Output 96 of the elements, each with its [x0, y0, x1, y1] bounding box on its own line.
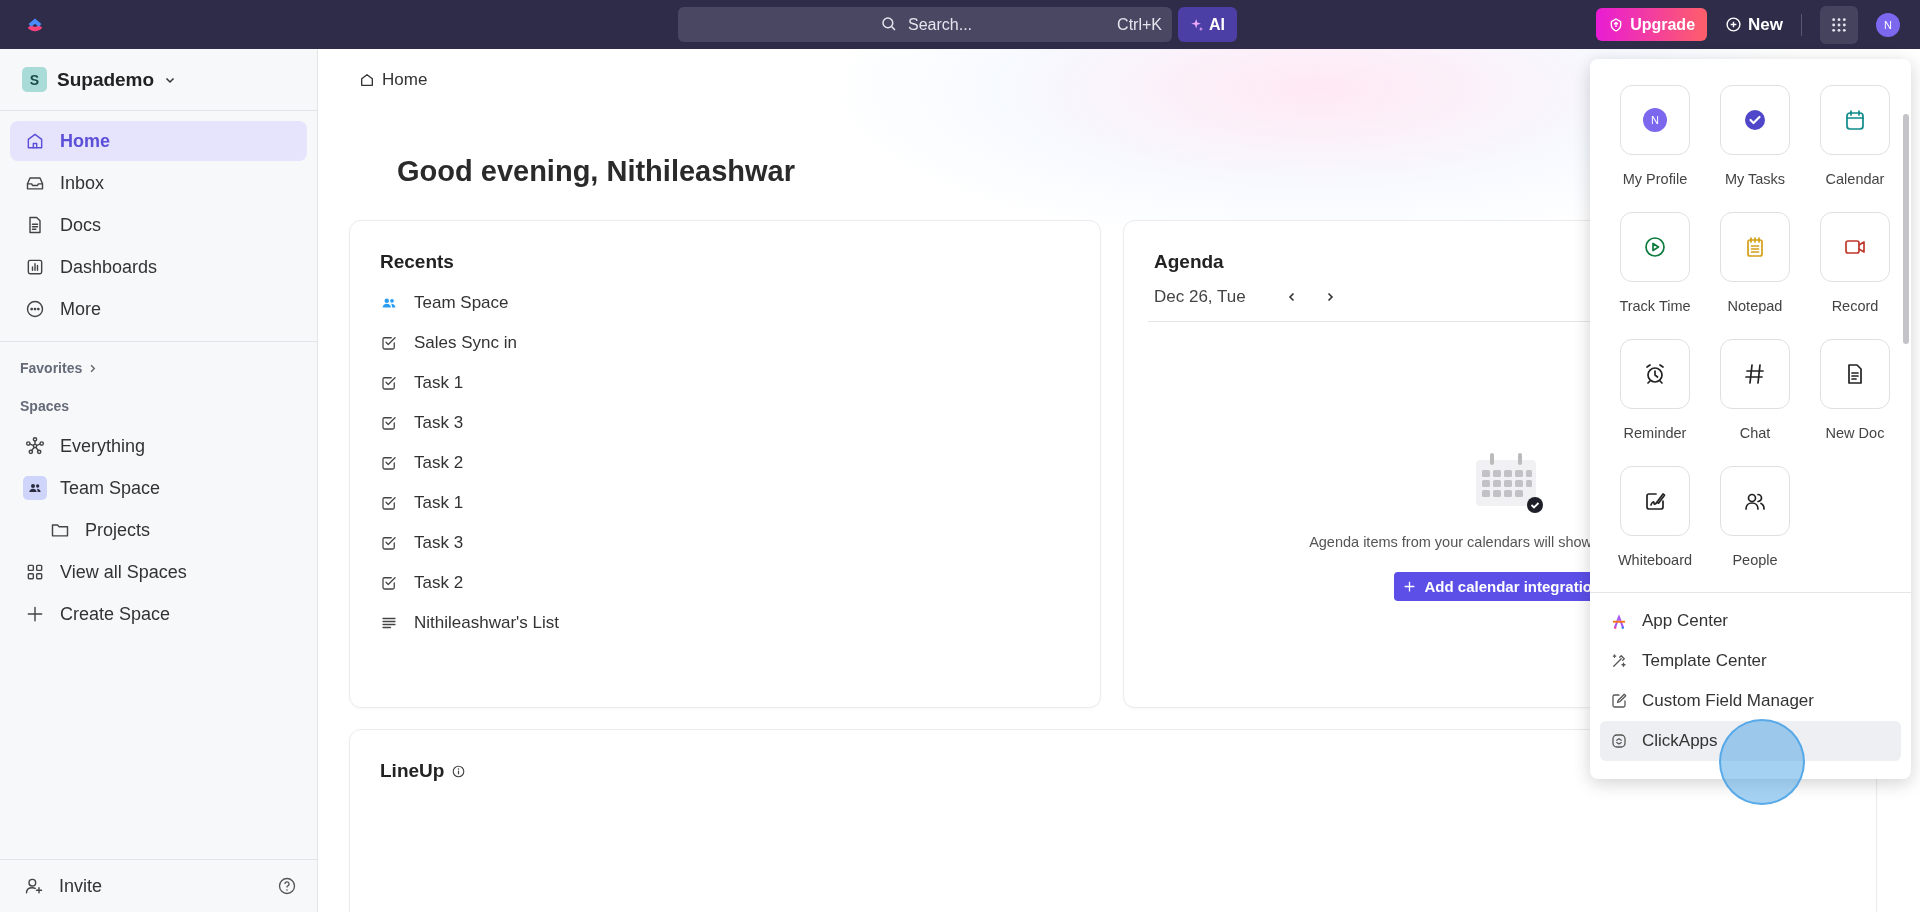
tile-label: Calendar	[1825, 171, 1885, 187]
new-button[interactable]: New	[1725, 14, 1783, 35]
hashtag-icon	[1743, 362, 1767, 386]
recent-item[interactable]: Task 1	[380, 363, 1070, 403]
app-tile[interactable]	[1620, 212, 1690, 282]
nav-item[interactable]: Docs	[10, 205, 307, 245]
tile-label: New Doc	[1825, 425, 1885, 441]
spaces-heading: Spaces	[20, 398, 70, 414]
plus-icon	[25, 604, 45, 624]
tile-label: Whiteboard	[1617, 552, 1693, 568]
nav-item[interactable]: Home	[10, 121, 307, 161]
add-calendar-button[interactable]: Add calendar integratio	[1394, 572, 1592, 601]
app-tile[interactable]	[1820, 339, 1890, 409]
tile-label: Track Time	[1619, 298, 1691, 314]
clickapps-icon	[1610, 732, 1628, 750]
app-tile[interactable]	[1620, 466, 1690, 536]
checkbox-icon	[380, 414, 398, 432]
breadcrumb-link[interactable]: Home	[382, 70, 428, 90]
tile-label: Chat	[1739, 425, 1771, 441]
app-tile[interactable]	[1820, 212, 1890, 282]
tile-label: People	[1732, 552, 1778, 568]
edit-icon	[1610, 692, 1628, 710]
person-add-icon	[24, 876, 44, 896]
recent-item[interactable]: Task 1	[380, 483, 1070, 523]
tile-label: My Profile	[1622, 171, 1688, 187]
avatar-icon: N	[1643, 108, 1667, 132]
recent-item[interactable]: Sales Sync in	[380, 323, 1070, 363]
app-tile[interactable]	[1720, 212, 1790, 282]
card-title: Agenda	[1154, 251, 1224, 273]
calendar-illustration-drawing	[1474, 452, 1544, 514]
recent-item[interactable]: Task 3	[380, 523, 1070, 563]
card-title: Recents	[380, 251, 455, 273]
nav-item[interactable]: More	[10, 289, 307, 329]
checkbox-icon	[380, 334, 398, 352]
help-icon[interactable]	[277, 876, 297, 896]
checkbox-icon	[380, 574, 398, 592]
plus-circle-icon	[1725, 16, 1743, 33]
app-tile[interactable]	[1720, 85, 1790, 155]
card-title: LineUp	[380, 760, 445, 782]
network-icon	[25, 436, 45, 456]
grid-icon	[25, 562, 45, 582]
menu-item[interactable]: App Center	[1600, 601, 1901, 641]
calendar-icon	[1843, 108, 1867, 132]
space-item[interactable]: Projects	[10, 510, 307, 550]
search-icon	[880, 15, 898, 33]
alarm-clock-icon	[1643, 362, 1667, 386]
magic-wand-icon	[1610, 652, 1628, 670]
app-tile[interactable]	[1820, 85, 1890, 155]
workspace-avatar[interactable]: S	[22, 67, 47, 92]
menu-item[interactable]: Template Center	[1600, 641, 1901, 681]
menu-item[interactable]: Custom Field Manager	[1600, 681, 1901, 721]
sparkle-icon	[1190, 17, 1204, 32]
play-circle-icon	[1643, 235, 1667, 259]
workspace-name[interactable]: Supademo	[57, 68, 155, 91]
scrollbar-thumb[interactable]	[1903, 114, 1909, 344]
app-tile[interactable]	[1720, 339, 1790, 409]
tile-label: My Tasks	[1724, 171, 1786, 187]
recent-item[interactable]: Nithileashwar's List	[380, 603, 1070, 643]
plus-icon	[1403, 580, 1417, 593]
ai-button[interactable]: AI	[1178, 7, 1237, 42]
tile-label: Record	[1831, 298, 1879, 314]
space-item[interactable]: Everything	[10, 426, 307, 466]
greeting-heading: Good evening, Nithileashwar	[397, 155, 795, 188]
recent-item[interactable]: Task 2	[380, 563, 1070, 603]
checkbox-icon	[380, 534, 398, 552]
home-icon	[359, 72, 375, 88]
home-icon	[25, 131, 45, 151]
apps-grid-button[interactable]	[1820, 5, 1858, 44]
agenda-date: Dec 26, Tue	[1154, 287, 1246, 307]
space-item[interactable]: View all Spaces	[10, 552, 307, 592]
bar-chart-icon	[25, 257, 45, 277]
nav-item[interactable]: Dashboards	[10, 247, 307, 287]
checkbox-icon	[380, 454, 398, 472]
checkbox-icon	[380, 494, 398, 512]
space-item[interactable]: Create Space	[10, 594, 307, 634]
tile-label: Notepad	[1727, 298, 1783, 314]
menu-item[interactable]: ClickApps	[1600, 721, 1901, 761]
shortcut-hint: Ctrl+K	[1117, 16, 1162, 34]
app-tile[interactable]: N	[1620, 85, 1690, 155]
recent-item[interactable]: Team Space	[380, 283, 1070, 323]
favorites-heading[interactable]: Favorites	[20, 360, 83, 376]
user-avatar[interactable]: N	[1876, 12, 1900, 37]
check-circle-icon	[1743, 108, 1767, 132]
more-icon	[25, 299, 45, 319]
checkbox-icon	[380, 374, 398, 392]
space-item[interactable]: Team Space	[10, 468, 307, 508]
team-space-icon	[23, 476, 47, 500]
grid-icon	[1831, 16, 1847, 33]
invite-button[interactable]: Invite	[10, 866, 118, 906]
nav-item[interactable]: Inbox	[10, 163, 307, 203]
app-tile[interactable]	[1620, 339, 1690, 409]
tile-label: Reminder	[1623, 425, 1687, 441]
info-icon[interactable]	[452, 764, 466, 778]
recent-item[interactable]: Task 2	[380, 443, 1070, 483]
recent-item[interactable]: Task 3	[380, 403, 1070, 443]
app-tile[interactable]	[1720, 466, 1790, 536]
